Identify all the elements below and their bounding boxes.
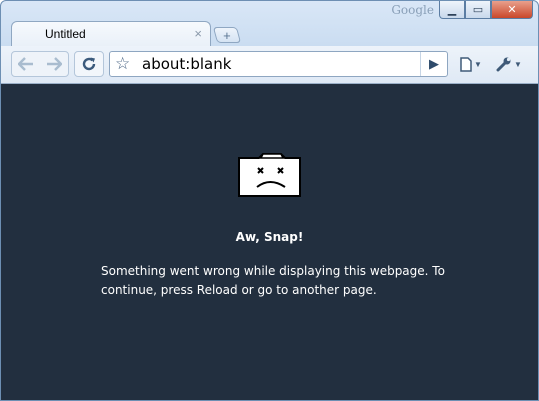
error-message: Something went wrong while displaying th… <box>101 264 445 297</box>
back-button[interactable] <box>12 51 40 77</box>
maximize-button[interactable]: ▭ <box>465 1 491 19</box>
tab-close-icon[interactable]: × <box>194 26 202 41</box>
wrench-menu-button[interactable]: ▼ <box>492 51 526 77</box>
minimize-icon: ▁ <box>447 4 457 16</box>
toolbar: ☆ about:blank ▶ ▼ ▼ <box>1 46 538 84</box>
page-icon <box>460 56 472 72</box>
omnibox[interactable]: ☆ about:blank ▶ <box>109 51 448 77</box>
browser-window: Google ▁ ▭ ✕ Untitled × + ☆ about:blank … <box>0 0 539 401</box>
page-menu-button[interactable]: ▼ <box>456 51 486 77</box>
url-field[interactable]: about:blank <box>142 55 231 73</box>
close-window-button[interactable]: ✕ <box>491 1 533 19</box>
sad-tab-icon <box>238 153 301 197</box>
chevron-down-icon: ▼ <box>474 59 482 69</box>
reload-button[interactable] <box>74 51 104 77</box>
forward-button[interactable] <box>40 51 68 77</box>
chevron-down-icon: ▼ <box>514 59 522 69</box>
wrench-icon <box>496 57 511 72</box>
minimize-button[interactable]: ▁ <box>439 1 465 19</box>
arrow-left-icon <box>18 57 33 71</box>
star-icon[interactable]: ☆ <box>115 54 130 74</box>
brand-label: Google <box>391 3 434 17</box>
close-icon: ✕ <box>507 4 517 16</box>
tab-untitled[interactable]: Untitled × <box>11 21 211 47</box>
page-content: Aw, Snap! Something went wrong while dis… <box>1 84 538 400</box>
tab-title: Untitled <box>45 27 86 41</box>
go-button[interactable]: ▶ <box>420 52 447 76</box>
reload-icon <box>82 57 96 71</box>
arrow-right-icon <box>47 57 62 71</box>
maximize-icon: ▭ <box>472 4 484 16</box>
play-icon: ▶ <box>429 56 439 71</box>
plus-icon: + <box>223 27 231 43</box>
window-controls: ▁ ▭ ✕ <box>439 1 533 19</box>
error-title: Aw, Snap! <box>235 230 304 244</box>
new-tab-button[interactable]: + <box>212 27 242 43</box>
